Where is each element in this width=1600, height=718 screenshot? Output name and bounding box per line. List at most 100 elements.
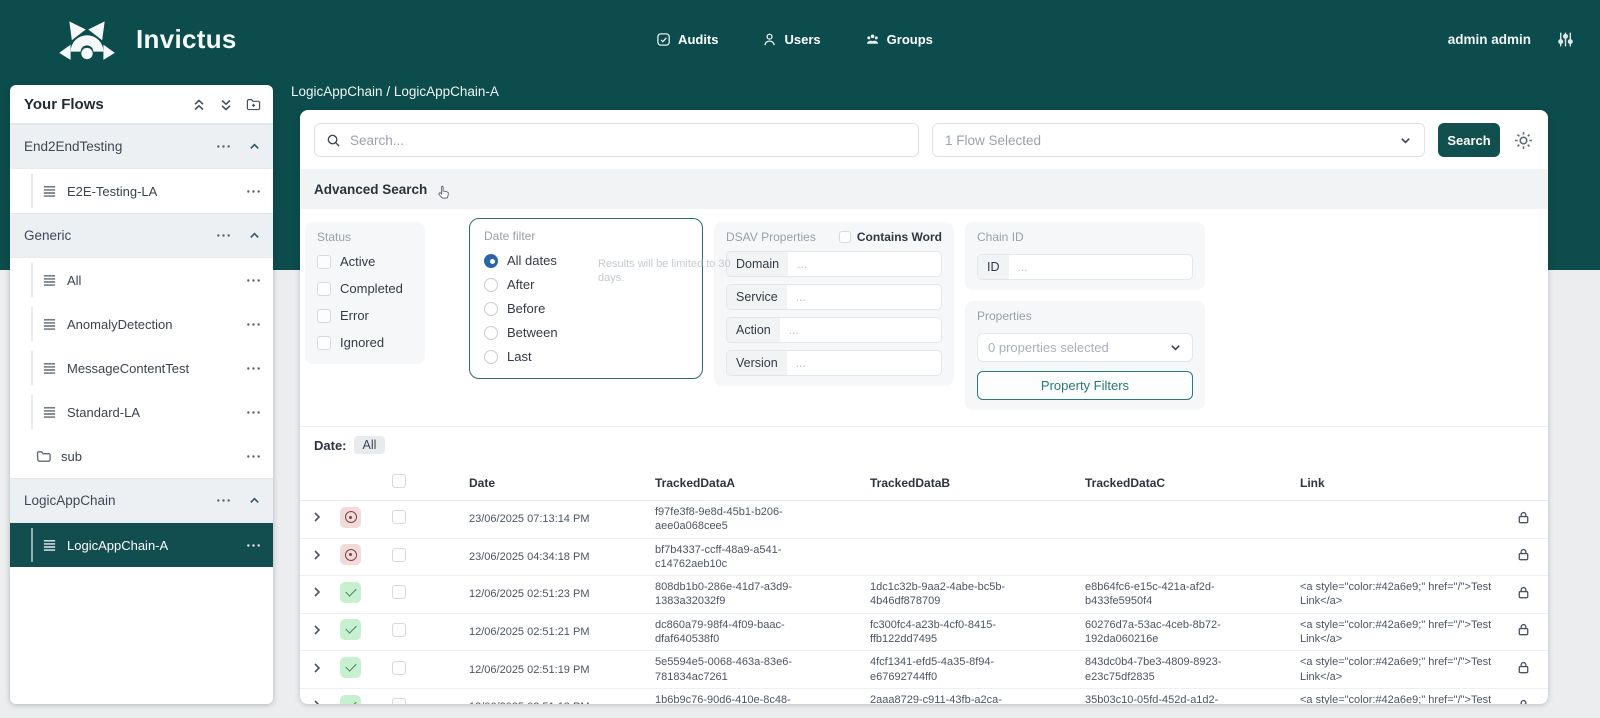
flow-select[interactable]: 1 Flow Selected bbox=[932, 123, 1425, 157]
chevron-up-icon[interactable] bbox=[248, 229, 261, 242]
flow-item[interactable]: E2E-Testing-LA bbox=[10, 169, 273, 213]
flow-item[interactable]: Standard-LA bbox=[10, 390, 273, 434]
ellipsis-icon[interactable] bbox=[216, 493, 231, 508]
radio[interactable] bbox=[484, 326, 498, 340]
status-option[interactable]: Error bbox=[317, 308, 413, 323]
lock-icon[interactable] bbox=[1516, 547, 1531, 562]
ellipsis-icon[interactable] bbox=[246, 361, 261, 376]
flow-group-header[interactable]: End2EndTesting bbox=[10, 124, 273, 169]
flow-item[interactable]: AnomalyDetection bbox=[10, 302, 273, 346]
lock-icon[interactable] bbox=[1516, 660, 1531, 675]
option-label: Ignored bbox=[340, 335, 384, 350]
collapse-all-icon[interactable] bbox=[192, 98, 206, 112]
properties-select[interactable]: 0 properties selected bbox=[977, 333, 1193, 362]
flow-group-header[interactable]: Generic bbox=[10, 213, 273, 258]
checkbox[interactable] bbox=[317, 309, 331, 323]
ellipsis-icon[interactable] bbox=[246, 317, 261, 332]
cell-tracked-b: 4fcf1341-efd5-4a35-8f94-e67692744ff0 bbox=[845, 651, 1060, 689]
date-option[interactable]: Before bbox=[484, 301, 688, 316]
nav-users[interactable]: Users bbox=[763, 32, 821, 47]
flow-item[interactable]: All bbox=[10, 258, 273, 302]
contains-word-checkbox[interactable] bbox=[839, 231, 851, 243]
properties-panel: Properties 0 properties selected Propert… bbox=[965, 301, 1205, 410]
chain-id-input[interactable]: ID ... bbox=[977, 254, 1193, 280]
date-filter-panel: Date filter All dates After Before Betwe… bbox=[469, 218, 703, 379]
ellipsis-icon[interactable] bbox=[246, 449, 261, 464]
nav-audits[interactable]: Audits bbox=[656, 32, 718, 47]
status-option[interactable]: Completed bbox=[317, 281, 413, 296]
ellipsis-icon[interactable] bbox=[246, 273, 261, 288]
user-menu[interactable]: admin admin bbox=[1448, 32, 1531, 47]
lock-icon[interactable] bbox=[1516, 585, 1531, 600]
cell-tracked-b bbox=[845, 501, 1060, 539]
cell-tracked-a: 5e5594e5-0068-463a-83e6-781834ac7261 bbox=[630, 651, 845, 689]
lock-icon[interactable] bbox=[1516, 510, 1531, 525]
select-all-checkbox[interactable] bbox=[392, 474, 406, 488]
table-row: 12/06/2025 02:51:23 PM 808db1b0-286e-41d… bbox=[300, 576, 1548, 614]
cell-tracked-b: 2aaa8729-c911-43fb-a2ca-970a3f40fbcc bbox=[845, 688, 1060, 704]
chevron-up-icon[interactable] bbox=[248, 494, 261, 507]
dsav-field[interactable]: Action ... bbox=[726, 317, 942, 343]
expand-row-icon[interactable] bbox=[311, 624, 323, 636]
flow-icon bbox=[42, 538, 57, 553]
status-option[interactable]: Ignored bbox=[317, 335, 413, 350]
radio[interactable] bbox=[484, 254, 498, 268]
brand[interactable]: Invictus bbox=[54, 15, 237, 63]
expand-row-icon[interactable] bbox=[311, 549, 323, 561]
date-option[interactable]: Between bbox=[484, 325, 688, 340]
expand-all-icon[interactable] bbox=[219, 98, 233, 112]
new-folder-icon[interactable] bbox=[246, 97, 261, 112]
gear-icon[interactable] bbox=[1513, 130, 1534, 151]
table-row: 12/06/2025 02:51:19 PM 5e5594e5-0068-463… bbox=[300, 651, 1548, 689]
date-option[interactable]: Last bbox=[484, 349, 688, 364]
dsav-field[interactable]: Service ... bbox=[726, 284, 942, 310]
advanced-search-toggle[interactable]: Advanced Search bbox=[300, 169, 1548, 209]
sliders-icon[interactable] bbox=[1557, 31, 1574, 48]
row-checkbox[interactable] bbox=[392, 585, 406, 599]
ellipsis-icon[interactable] bbox=[246, 405, 261, 420]
row-checkbox[interactable] bbox=[392, 548, 406, 562]
dsav-fields: Domain ... Service ... Action ... Versio… bbox=[726, 251, 942, 376]
expand-row-icon[interactable] bbox=[311, 511, 323, 523]
dsav-field[interactable]: Version ... bbox=[726, 350, 942, 376]
contains-word-option[interactable]: Contains Word bbox=[839, 230, 942, 244]
row-checkbox[interactable] bbox=[392, 698, 406, 704]
advanced-search-title: Advanced Search bbox=[314, 182, 427, 197]
flow-group-header[interactable]: LogicAppChain bbox=[10, 478, 273, 523]
lock-icon[interactable] bbox=[1516, 622, 1531, 637]
expand-row-icon[interactable] bbox=[311, 699, 323, 704]
sidebar-header: Your Flows bbox=[10, 85, 273, 124]
row-checkbox[interactable] bbox=[392, 623, 406, 637]
row-checkbox[interactable] bbox=[392, 510, 406, 524]
option-label: Last bbox=[507, 349, 532, 364]
lock-icon[interactable] bbox=[1516, 698, 1531, 704]
dsav-field[interactable]: Domain ... bbox=[726, 251, 942, 277]
checkbox[interactable] bbox=[317, 255, 331, 269]
flow-label: MessageContentTest bbox=[67, 361, 189, 376]
expand-row-icon[interactable] bbox=[311, 662, 323, 674]
checkbox[interactable] bbox=[317, 282, 331, 296]
table-row: 12/06/2025 02:51:18 PM 1b6b9c76-90d6-410… bbox=[300, 688, 1548, 704]
ellipsis-icon[interactable] bbox=[246, 538, 261, 553]
checkbox[interactable] bbox=[317, 336, 331, 350]
radio[interactable] bbox=[484, 302, 498, 316]
status-option[interactable]: Active bbox=[317, 254, 413, 269]
property-filters-button[interactable]: Property Filters bbox=[977, 371, 1193, 400]
ellipsis-icon[interactable] bbox=[246, 184, 261, 199]
radio[interactable] bbox=[484, 278, 498, 292]
date-filter-chip[interactable]: All bbox=[354, 436, 386, 454]
row-checkbox[interactable] bbox=[392, 661, 406, 675]
expand-row-icon[interactable] bbox=[311, 586, 323, 598]
chain-id-field-label: ID bbox=[978, 255, 1009, 279]
cell-tracked-c: 843dc0b4-7be3-4809-8923-e23c75df2835 bbox=[1060, 651, 1275, 689]
flow-item[interactable]: MessageContentTest bbox=[10, 346, 273, 390]
ellipsis-icon[interactable] bbox=[216, 139, 231, 154]
search-button[interactable]: Search bbox=[1438, 123, 1500, 157]
flow-item[interactable]: LogicAppChain-A bbox=[10, 523, 273, 567]
chevron-up-icon[interactable] bbox=[248, 140, 261, 153]
ellipsis-icon[interactable] bbox=[216, 228, 231, 243]
radio[interactable] bbox=[484, 350, 498, 364]
search-input[interactable]: Search... bbox=[314, 123, 919, 157]
flow-item[interactable]: sub bbox=[10, 434, 273, 478]
nav-groups[interactable]: Groups bbox=[865, 32, 933, 47]
